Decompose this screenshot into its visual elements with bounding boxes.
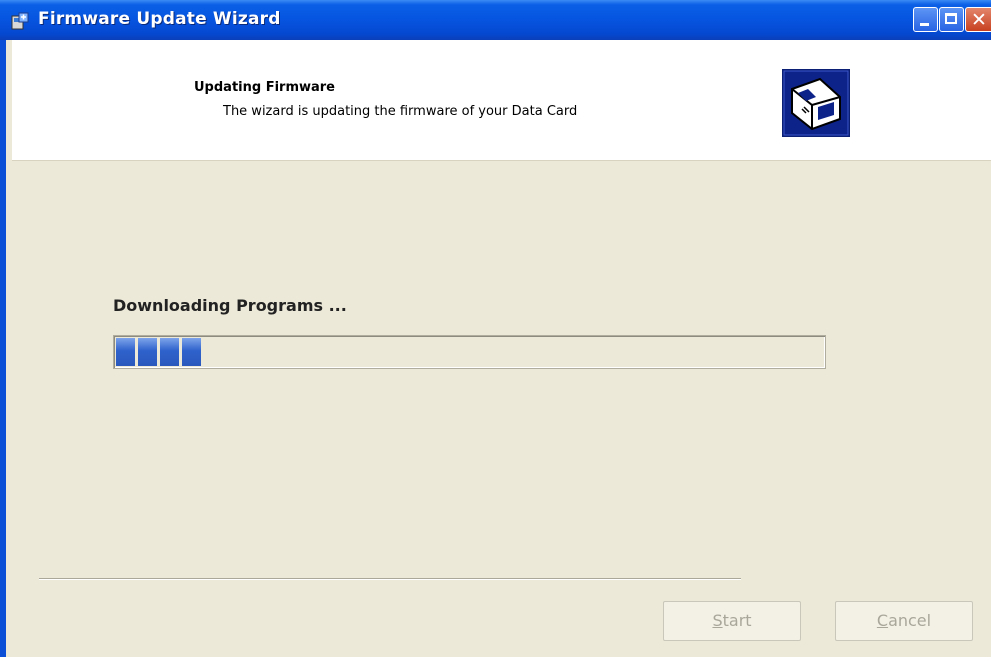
status-label: Downloading Programs ... <box>113 296 347 315</box>
device-update-icon <box>782 69 850 137</box>
close-button[interactable]: ✕ <box>965 7 991 32</box>
start-label-rest: tart <box>722 611 752 630</box>
progress-bar <box>113 335 826 369</box>
header-title: Updating Firmware <box>194 80 336 95</box>
app-icon <box>11 12 29 30</box>
progress-fill <box>116 338 208 366</box>
wizard-header: Updating Firmware The wizard is updating… <box>12 40 991 161</box>
separator <box>39 578 741 580</box>
window-title: Firmware Update Wizard <box>38 9 281 29</box>
wizard-window: Firmware Update Wizard ✕ Updating Firmwa… <box>0 0 991 657</box>
maximize-button[interactable] <box>939 7 964 32</box>
cancel-mnemonic: C <box>876 611 889 630</box>
start-button[interactable]: Start <box>663 601 801 641</box>
progress-segment <box>138 338 157 366</box>
close-icon: ✕ <box>971 9 987 31</box>
minimize-button[interactable] <box>913 7 938 32</box>
progress-segment <box>182 338 201 366</box>
cancel-label-rest: ancel <box>888 611 932 630</box>
progress-segment <box>160 338 179 366</box>
title-bar[interactable]: Firmware Update Wizard ✕ <box>0 0 991 40</box>
cancel-button[interactable]: Cancel <box>835 601 973 641</box>
progress-segment <box>116 338 135 366</box>
header-subtitle: The wizard is updating the firmware of y… <box>223 104 578 119</box>
start-mnemonic: S <box>712 611 723 630</box>
